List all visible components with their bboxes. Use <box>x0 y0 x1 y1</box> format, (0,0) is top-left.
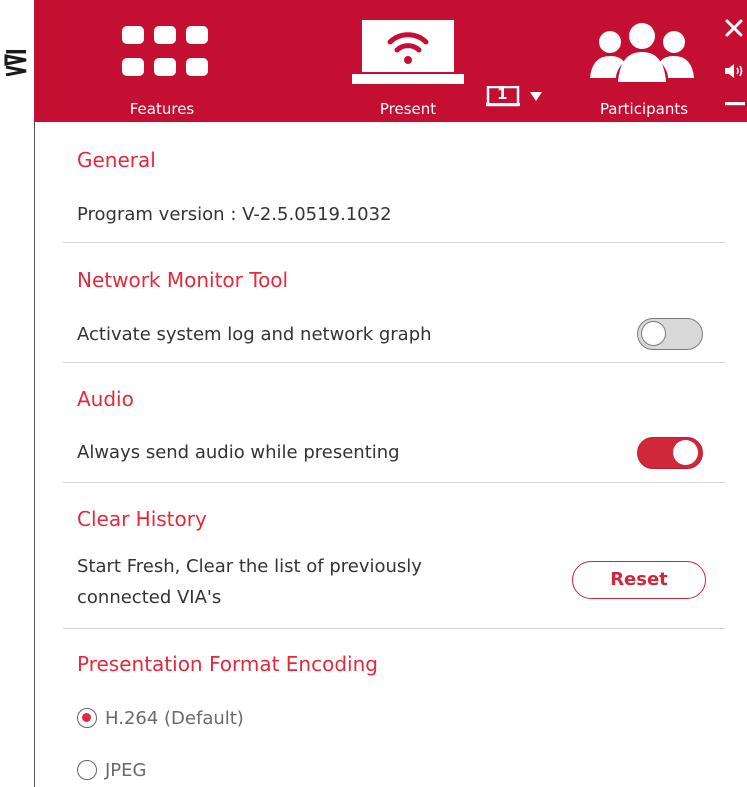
clear-history-section-title: Clear History <box>77 507 207 531</box>
people-icon <box>590 23 694 82</box>
clear-history-label-line1: Start Fresh, Clear the list of previousl… <box>77 556 422 577</box>
reset-button[interactable]: Reset <box>572 561 706 599</box>
present-button[interactable]: Present <box>338 0 478 122</box>
volume-button[interactable] <box>724 62 746 80</box>
toggle-knob <box>673 440 698 465</box>
present-label: Present <box>379 100 437 118</box>
audio-section-title: Audio <box>77 387 134 411</box>
presentation-format-section-title: Presentation Format Encoding <box>77 652 378 676</box>
screen-selector[interactable]: 1 <box>486 85 544 108</box>
divider <box>63 482 725 483</box>
network-monitor-section-title: Network Monitor Tool <box>77 268 289 292</box>
toggle-knob <box>641 321 666 346</box>
audio-label: Always send audio while presenting <box>77 442 400 463</box>
divider <box>63 242 725 243</box>
screen-number: 1 <box>497 85 508 103</box>
network-monitor-toggle[interactable] <box>637 318 703 350</box>
triangle-down-icon <box>530 92 542 101</box>
radio-label: JPEG <box>105 760 147 781</box>
radio-button-selected[interactable] <box>77 708 97 728</box>
radio-button[interactable] <box>77 760 97 780</box>
monitor-number-icon <box>486 86 542 107</box>
header-bar: Features Present 1 Participants <box>34 0 747 122</box>
network-monitor-label: Activate system log and network graph <box>77 324 432 345</box>
wifi-laptop-icon <box>352 20 464 84</box>
grid-icon <box>122 26 208 76</box>
close-button[interactable] <box>724 18 744 38</box>
program-version-text: Program version : V-2.5.0519.1032 <box>77 204 392 225</box>
features-label: Features <box>129 100 195 118</box>
features-button[interactable]: Features <box>104 0 220 122</box>
audio-toggle[interactable] <box>637 437 703 469</box>
clear-history-label-line2: connected VIA's <box>77 587 222 608</box>
via-logo <box>4 50 27 76</box>
divider <box>63 362 725 363</box>
minimize-button[interactable] <box>724 96 746 112</box>
participants-label: Participants <box>599 100 689 118</box>
divider <box>63 628 725 629</box>
radio-selected-dot <box>82 713 91 722</box>
settings-panel: General Program version : V-2.5.0519.103… <box>35 122 747 787</box>
volume-icon <box>725 64 743 78</box>
minimize-icon <box>725 102 745 106</box>
close-icon <box>725 19 743 37</box>
brand-strip <box>0 0 34 122</box>
general-section-title: General <box>77 148 156 172</box>
radio-label: H.264 (Default) <box>105 708 244 729</box>
participants-button[interactable]: Participants <box>574 0 714 122</box>
